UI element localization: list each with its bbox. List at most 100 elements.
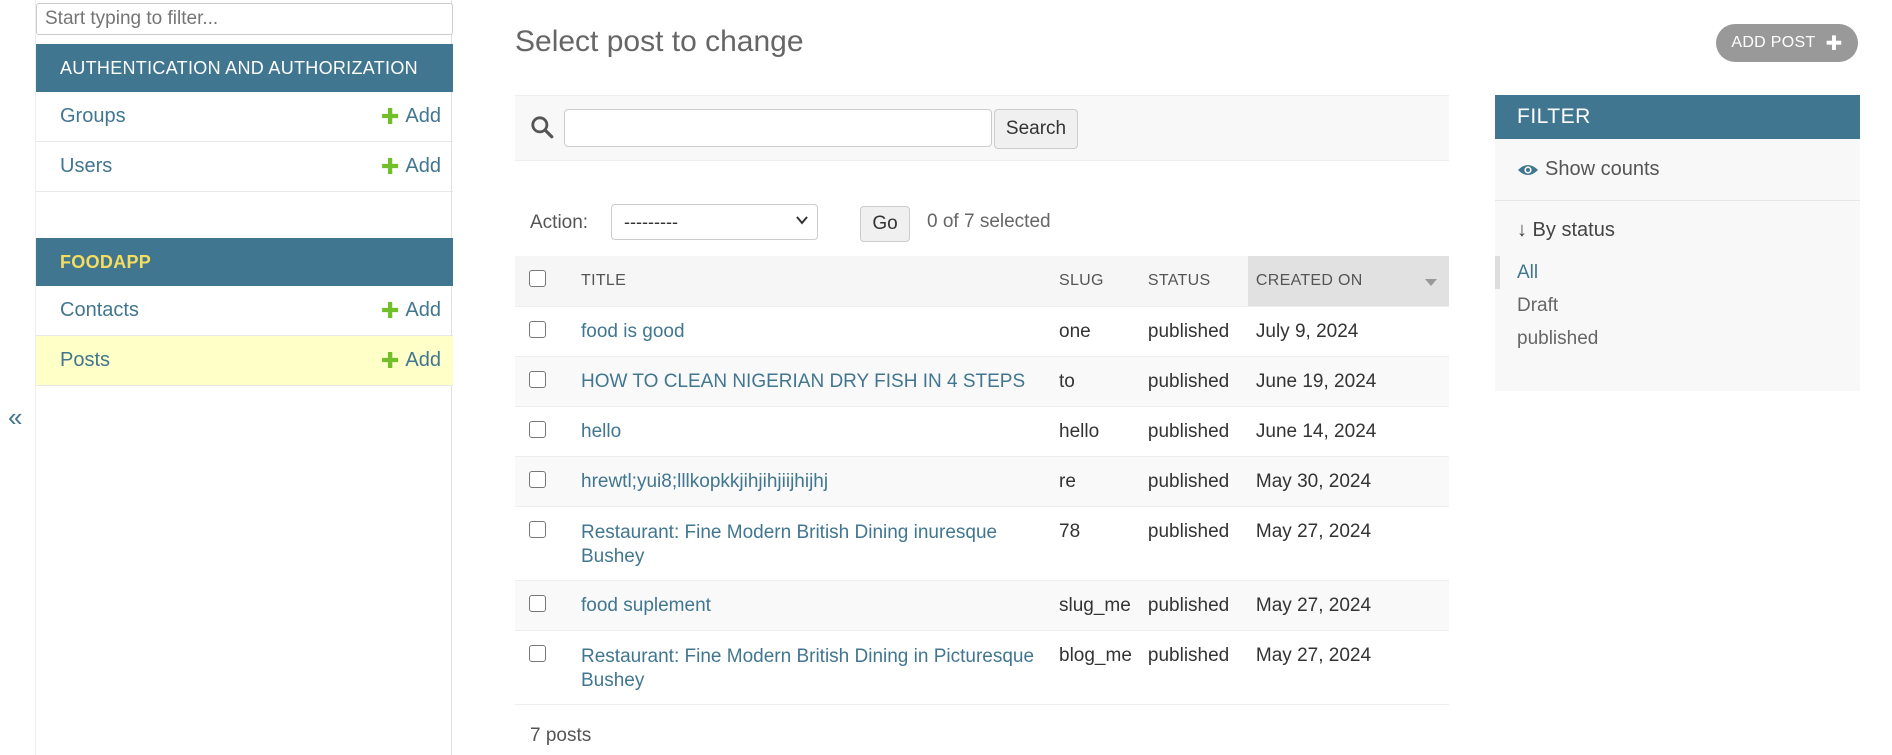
add-contacts-link[interactable]: ✚ Add bbox=[381, 299, 441, 322]
app-header-foodapp[interactable]: FOODAPP bbox=[36, 238, 453, 286]
filter-option-published[interactable]: published bbox=[1495, 322, 1860, 355]
row-checkbox-cell bbox=[515, 630, 573, 705]
post-title-link[interactable]: HOW TO CLEAN NIGERIAN DRY FISH IN 4 STEP… bbox=[581, 371, 1025, 392]
table-row: food suplement slug_me published May 27,… bbox=[515, 580, 1449, 631]
filter-option-draft[interactable]: Draft bbox=[1495, 289, 1860, 322]
created-cell: May 30, 2024 bbox=[1247, 456, 1449, 507]
selected-counter: 0 of 7 selected bbox=[927, 211, 1051, 232]
table-header-row: TITLE SLUG STATUS CREATED ON bbox=[515, 256, 1449, 307]
table-row: hrewtl;yui8;lllkopkkjihjihjiijhijhj re p… bbox=[515, 456, 1449, 507]
add-label: Add bbox=[405, 105, 441, 127]
action-select-value: --------- bbox=[624, 211, 678, 232]
created-cell: July 9, 2024 bbox=[1247, 306, 1449, 357]
app-header-label: FOODAPP bbox=[60, 251, 152, 272]
status-cell: published bbox=[1139, 506, 1248, 581]
created-cell: May 27, 2024 bbox=[1247, 580, 1449, 631]
slug-cell: re bbox=[1051, 456, 1140, 507]
slug-cell: hello bbox=[1051, 406, 1140, 457]
row-checkbox[interactable] bbox=[529, 645, 546, 662]
search-button[interactable]: Search bbox=[994, 109, 1078, 149]
actions-bar: Action: --------- Go 0 of 7 selected bbox=[515, 200, 1449, 244]
sort-descending-icon[interactable] bbox=[1425, 279, 1437, 286]
add-users-link[interactable]: ✚ Add bbox=[381, 155, 441, 178]
add-groups-link[interactable]: ✚ Add bbox=[381, 105, 441, 128]
add-post-label: ADD POST bbox=[1731, 34, 1816, 51]
select-all-checkbox[interactable] bbox=[529, 270, 546, 287]
eye-icon bbox=[1518, 164, 1538, 175]
plus-icon: ✚ bbox=[380, 103, 400, 129]
table-row: Restaurant: Fine Modern British Dining i… bbox=[515, 506, 1449, 581]
add-posts-link[interactable]: ✚ Add bbox=[381, 349, 441, 372]
title-cell: hello bbox=[573, 406, 1051, 457]
created-cell: May 27, 2024 bbox=[1247, 506, 1449, 581]
sidebar-item-label[interactable]: Contacts bbox=[60, 299, 381, 322]
nav-filter-input[interactable] bbox=[36, 3, 453, 35]
created-cell: June 14, 2024 bbox=[1247, 406, 1449, 457]
row-checkbox[interactable] bbox=[529, 471, 546, 488]
table-row: Restaurant: Fine Modern British Dining i… bbox=[515, 630, 1449, 705]
add-post-button[interactable]: ADD POST ✚ bbox=[1716, 24, 1858, 62]
search-icon bbox=[531, 116, 554, 139]
sidebar-item-posts: Posts ✚ Add bbox=[36, 336, 453, 386]
plus-icon: ✚ bbox=[380, 347, 400, 373]
row-checkbox[interactable] bbox=[529, 371, 546, 388]
go-button[interactable]: Go bbox=[860, 206, 910, 242]
column-header-slug[interactable]: SLUG bbox=[1051, 256, 1140, 307]
filter-title: FILTER bbox=[1495, 95, 1860, 139]
app-header-auth[interactable]: AUTHENTICATION AND AUTHORIZATION bbox=[36, 44, 453, 92]
column-header-status[interactable]: STATUS bbox=[1139, 256, 1248, 307]
results-table: TITLE SLUG STATUS CREATED ON food is goo… bbox=[515, 256, 1449, 705]
sidebar-item-label[interactable]: Users bbox=[60, 155, 381, 178]
show-counts-link[interactable]: Show counts bbox=[1495, 139, 1860, 201]
row-checkbox[interactable] bbox=[529, 595, 546, 612]
title-cell: Restaurant: Fine Modern British Dining i… bbox=[573, 630, 1051, 705]
post-title-link[interactable]: hello bbox=[581, 421, 621, 442]
table-row: HOW TO CLEAN NIGERIAN DRY FISH IN 4 STEP… bbox=[515, 356, 1449, 407]
collapse-sidebar-button[interactable]: « bbox=[8, 402, 22, 433]
created-cell: June 19, 2024 bbox=[1247, 356, 1449, 407]
by-status-heading[interactable]: ↓ By status bbox=[1495, 201, 1860, 242]
status-cell: published bbox=[1139, 406, 1248, 457]
column-header-label: CREATED ON bbox=[1255, 272, 1363, 289]
search-toolbar: Search bbox=[515, 95, 1449, 161]
row-checkbox[interactable] bbox=[529, 321, 546, 338]
row-checkbox-cell bbox=[515, 506, 573, 581]
title-cell: food suplement bbox=[573, 580, 1051, 631]
row-checkbox-cell bbox=[515, 356, 573, 407]
add-label: Add bbox=[405, 349, 441, 371]
column-header-title[interactable]: TITLE bbox=[573, 256, 1051, 307]
row-checkbox-cell bbox=[515, 406, 573, 457]
row-checkbox[interactable] bbox=[529, 521, 546, 538]
post-title-link[interactable]: food suplement bbox=[581, 595, 711, 616]
slug-cell: to bbox=[1051, 356, 1140, 407]
slug-cell: slug_me bbox=[1051, 580, 1140, 631]
result-count: 7 posts bbox=[530, 725, 592, 746]
sidebar-nav: AUTHENTICATION AND AUTHORIZATION Groups … bbox=[35, 0, 453, 755]
action-select[interactable]: --------- bbox=[611, 204, 818, 240]
status-cell: published bbox=[1139, 580, 1248, 631]
post-title-link[interactable]: Restaurant: Fine Modern British Dining i… bbox=[581, 522, 997, 567]
title-cell: HOW TO CLEAN NIGERIAN DRY FISH IN 4 STEP… bbox=[573, 356, 1051, 407]
column-header-created-on[interactable]: CREATED ON bbox=[1247, 256, 1449, 307]
page-title: Select post to change bbox=[515, 25, 804, 58]
search-input[interactable] bbox=[564, 109, 992, 147]
row-checkbox[interactable] bbox=[529, 421, 546, 438]
title-cell: food is good bbox=[573, 306, 1051, 357]
plus-icon: ✚ bbox=[1825, 32, 1843, 55]
post-title-link[interactable]: Restaurant: Fine Modern British Dining i… bbox=[581, 646, 1034, 691]
row-checkbox-cell bbox=[515, 306, 573, 357]
row-checkbox-cell bbox=[515, 456, 573, 507]
action-label: Action: bbox=[530, 212, 589, 233]
app-header-label: AUTHENTICATION AND AUTHORIZATION bbox=[60, 57, 418, 78]
row-checkbox-cell bbox=[515, 580, 573, 631]
plus-icon: ✚ bbox=[380, 297, 400, 323]
sidebar-item-label[interactable]: Groups bbox=[60, 105, 381, 128]
status-filter-options: All Draft published bbox=[1495, 256, 1860, 355]
status-cell: published bbox=[1139, 456, 1248, 507]
filter-option-all[interactable]: All bbox=[1495, 256, 1860, 289]
table-row: food is good one published July 9, 2024 bbox=[515, 306, 1449, 357]
post-title-link[interactable]: hrewtl;yui8;lllkopkkjihjihjiijhijhj bbox=[581, 471, 828, 492]
sidebar-item-users: Users ✚ Add bbox=[36, 142, 453, 192]
sidebar-item-label[interactable]: Posts bbox=[60, 349, 381, 372]
post-title-link[interactable]: food is good bbox=[581, 321, 685, 342]
